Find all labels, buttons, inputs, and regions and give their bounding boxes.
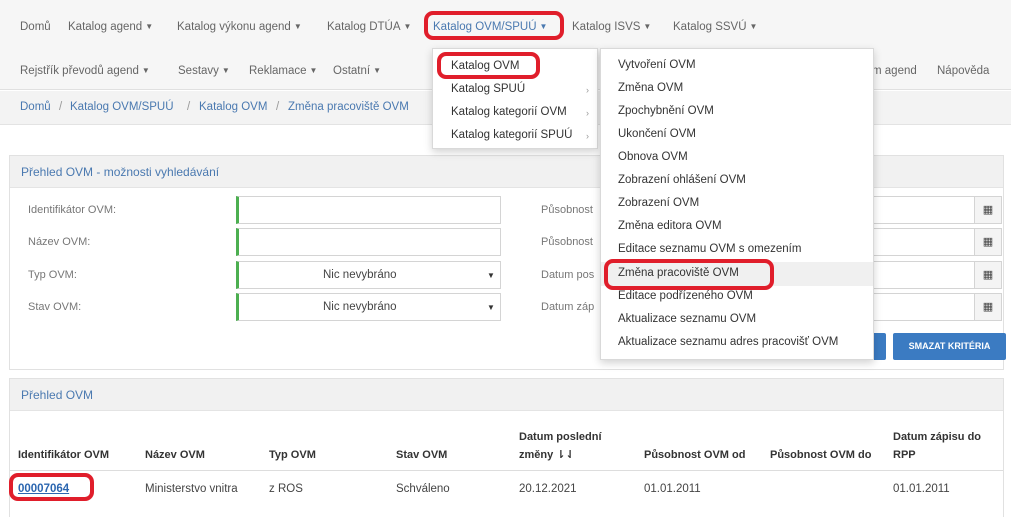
menu-editace-seznamu-ovm-s-omezenim[interactable]: Editace seznamu OVM s omezením	[618, 243, 801, 255]
caret-down-icon: ▼	[487, 271, 495, 280]
caret-down-icon: ▼	[141, 66, 150, 75]
breadcrumb-separator: /	[276, 101, 280, 113]
menu-zobrazeni-ovm[interactable]: Zobrazení OVM	[618, 197, 699, 209]
stav-label: Stav OVM:	[28, 301, 82, 313]
menu-zobrazeni-ohlaseni-ovm[interactable]: Zobrazení ohlášení OVM	[618, 174, 746, 186]
pusobnost-od-input[interactable]	[860, 196, 976, 224]
pusobnost-od-label: Působnost	[541, 204, 593, 216]
menu-zmena-ovm[interactable]: Změna OVM	[618, 82, 683, 94]
nazev-label: Název OVM:	[28, 236, 91, 248]
calendar-icon[interactable]: ▦	[974, 228, 1002, 256]
nav-katalog-ssvu[interactable]: Katalog SSVÚ ▼	[673, 21, 757, 33]
menu-zmena-editora-ovm[interactable]: Změna editora OVM	[618, 220, 722, 232]
calendar-icon[interactable]: ▦	[974, 293, 1002, 321]
cell-typ: z ROS	[269, 483, 303, 495]
submenu-katalog-ovm[interactable]: Katalog OVM	[451, 60, 519, 72]
results-panel-title: Přehled OVM	[10, 379, 1003, 411]
col-pusobnost-do[interactable]: Působnost OVM do	[770, 447, 871, 463]
nav-katalog-vykonu-agend[interactable]: Katalog výkonu agend ▼	[177, 21, 302, 33]
menu-aktualizace-seznamu-ovm[interactable]: Aktualizace seznamu OVM	[618, 313, 756, 325]
pusobnost-do-label: Působnost	[541, 236, 593, 248]
cell-stav: Schváleno	[396, 483, 450, 495]
table-header-divider	[10, 470, 1003, 471]
datum-posledni-label: Datum pos	[541, 269, 595, 281]
nav-katalog-ovm-spuu[interactable]: Katalog OVM/SPUÚ ▼	[433, 21, 547, 33]
nav-katalog-dtua[interactable]: Katalog DTÚA ▼	[327, 21, 411, 33]
typ-select-value: Nic nevybráno	[323, 269, 397, 281]
nav-reklamace[interactable]: Reklamace ▼	[249, 65, 317, 77]
col-nazev[interactable]: Název OVM	[145, 447, 205, 463]
cell-nazev: Ministerstvo vnitra	[145, 483, 238, 495]
stav-select-value: Nic nevybráno	[323, 301, 397, 313]
breadcrumb-katalog-ovm-spuu[interactable]: Katalog OVM/SPUÚ	[70, 101, 174, 113]
cell-pusobnost-od: 01.01.2011	[644, 483, 701, 495]
datum-posledni-input[interactable]	[860, 261, 976, 289]
nav-rejstrik-prevodu-agend[interactable]: Rejstřík převodů agend ▼	[20, 65, 150, 77]
submenu-katalog-kategorii-ovm[interactable]: Katalog kategorií OVM	[451, 106, 567, 118]
chevron-right-icon: ›	[586, 131, 589, 141]
menu-zmena-pracoviste-ovm[interactable]: Změna pracoviště OVM	[618, 267, 739, 279]
caret-down-icon: ▼	[749, 22, 758, 31]
chevron-right-icon: ›	[586, 85, 589, 95]
col-pusobnost-od[interactable]: Působnost OVM od	[644, 447, 745, 463]
caret-down-icon: ▼	[373, 66, 381, 75]
caret-down-icon: ▼	[403, 22, 412, 31]
identifikator-label: Identifikátor OVM:	[28, 204, 117, 216]
col-typ[interactable]: Typ OVM	[269, 447, 316, 463]
nav-home[interactable]: Domů	[20, 21, 51, 33]
ovm-id-link[interactable]: 00007064	[18, 483, 69, 495]
nazev-input[interactable]	[236, 228, 501, 256]
nav-katalog-isvs[interactable]: Katalog ISVS ▼	[572, 21, 651, 33]
col-stav[interactable]: Stav OVM	[396, 447, 447, 463]
pusobnost-do-input[interactable]	[860, 228, 976, 256]
caret-down-icon: ▼	[145, 22, 154, 31]
calendar-icon[interactable]: ▦	[974, 261, 1002, 289]
menu-ukonceni-ovm[interactable]: Ukončení OVM	[618, 128, 696, 140]
cell-datum-posledni: 20.12.2021	[519, 483, 577, 495]
col-datum-zapisu[interactable]: Datum zápisu do RPP	[893, 429, 981, 463]
breadcrumb-katalog-ovm[interactable]: Katalog OVM	[199, 101, 267, 113]
menu-zpochybneni-ovm[interactable]: Zpochybnění OVM	[618, 105, 714, 117]
menu-obnova-ovm[interactable]: Obnova OVM	[618, 151, 688, 163]
chevron-right-icon: ›	[586, 108, 589, 118]
caret-down-icon: ▼	[309, 66, 318, 75]
datum-zapisu-label: Datum záp	[541, 301, 595, 313]
calendar-icon[interactable]: ▦	[974, 196, 1002, 224]
nav-rejstrik-agend-partial[interactable]: m agend	[872, 65, 917, 77]
breadcrumb-separator: /	[187, 101, 191, 113]
submenu-katalog-spuu[interactable]: Katalog SPUÚ	[451, 83, 525, 95]
caret-down-icon: ▼	[221, 66, 230, 75]
typ-label: Typ OVM:	[28, 269, 77, 281]
breadcrumb-home[interactable]: Domů	[20, 101, 51, 113]
nav-napoveda[interactable]: Nápověda	[937, 65, 989, 77]
nav-katalog-agend[interactable]: Katalog agend ▼	[68, 21, 153, 33]
menu-aktualizace-seznamu-adres-pracovist[interactable]: Aktualizace seznamu adres pracovišť OVM	[618, 336, 838, 348]
menu-editace-podrizeneho-ovm[interactable]: Editace podřízeného OVM	[618, 290, 753, 302]
breadcrumb-current: Změna pracoviště OVM	[288, 101, 409, 113]
submenu-katalog-kategorii-spuu[interactable]: Katalog kategorií SPUÚ	[451, 129, 572, 141]
identifikator-input[interactable]	[236, 196, 501, 224]
caret-down-icon: ▼	[487, 303, 495, 312]
nav-ostatni[interactable]: Ostatní ▼	[333, 65, 381, 77]
col-identifikator[interactable]: Identifikátor OVM	[18, 447, 109, 463]
clear-criteria-button[interactable]: SMAZAT KRITÉRIA	[893, 333, 1006, 360]
nav-sestavy[interactable]: Sestavy ▼	[178, 65, 230, 77]
col-datum-posledni-zmeny[interactable]: Datum poslední změny ⇂⇃	[519, 429, 602, 463]
caret-down-icon: ▼	[643, 22, 652, 31]
caret-down-icon: ▼	[293, 22, 302, 31]
cell-datum-zapisu: 01.01.2011	[893, 483, 950, 495]
breadcrumb-separator: /	[59, 101, 63, 113]
datum-zapisu-input[interactable]	[860, 293, 976, 321]
caret-down-icon: ▼	[539, 22, 548, 31]
menu-vytvoreni-ovm[interactable]: Vytvoření OVM	[618, 59, 696, 71]
